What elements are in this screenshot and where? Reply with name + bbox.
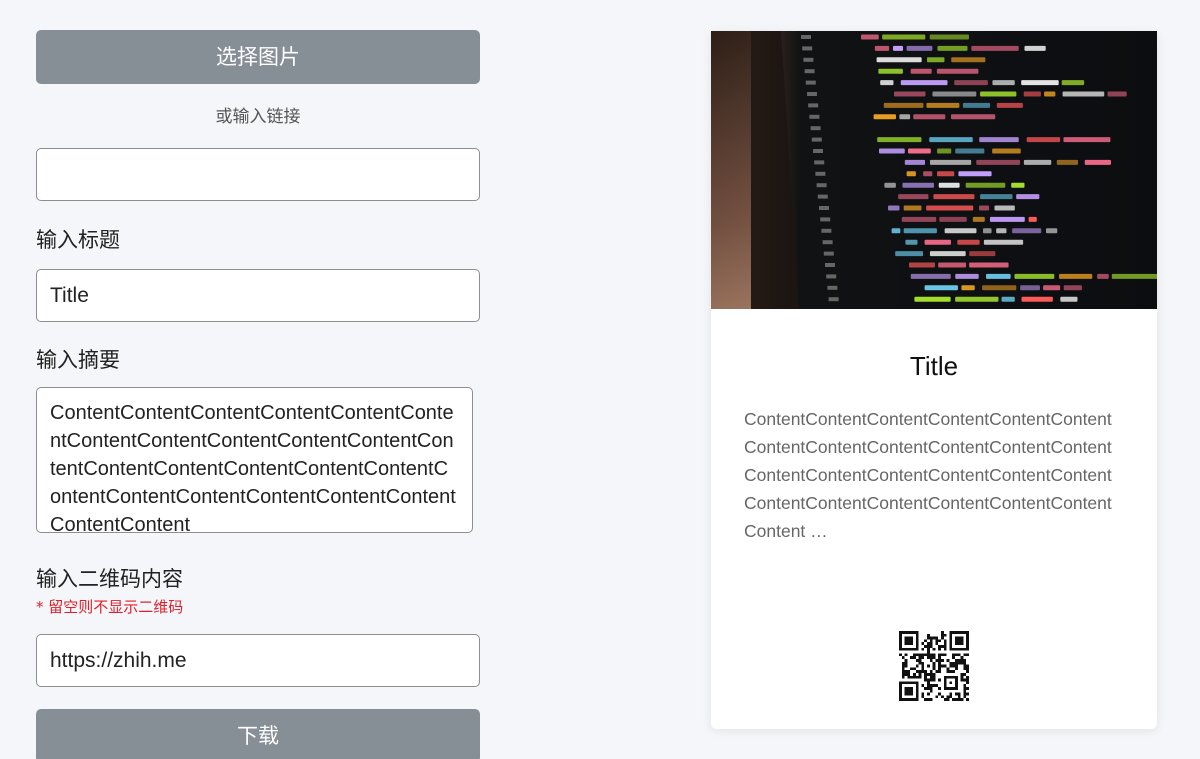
qr-code-icon: [899, 631, 969, 701]
preview-card: Title ContentContentContentContentConten…: [711, 31, 1157, 729]
page: 选择图片 或输入链接 输入标题 输入摘要 ContentContentConte…: [0, 0, 1200, 759]
or-input-link-text: 或输入链接: [215, 107, 301, 127]
summary-textarea[interactable]: ContentContentContentContentContentConte…: [36, 387, 473, 533]
image-url-input[interactable]: [36, 148, 480, 201]
card-editor-form: 选择图片 或输入链接 输入标题 输入摘要 ContentContentConte…: [36, 30, 480, 759]
select-image-button[interactable]: 选择图片: [36, 30, 480, 84]
summary-label: 输入摘要: [36, 348, 120, 372]
download-button[interactable]: 下载: [36, 709, 480, 759]
cover-image: [711, 31, 1157, 309]
qr-content-label: 输入二维码内容: [36, 567, 183, 591]
title-label: 输入标题: [36, 228, 120, 252]
qr-hint-text: * 留空则不显示二维码: [36, 598, 184, 616]
card-summary: ContentContentContentContentContentConte…: [744, 409, 1112, 541]
card-title: Title: [909, 351, 959, 381]
qr-content-input[interactable]: [36, 634, 480, 687]
title-input[interactable]: [36, 269, 480, 322]
